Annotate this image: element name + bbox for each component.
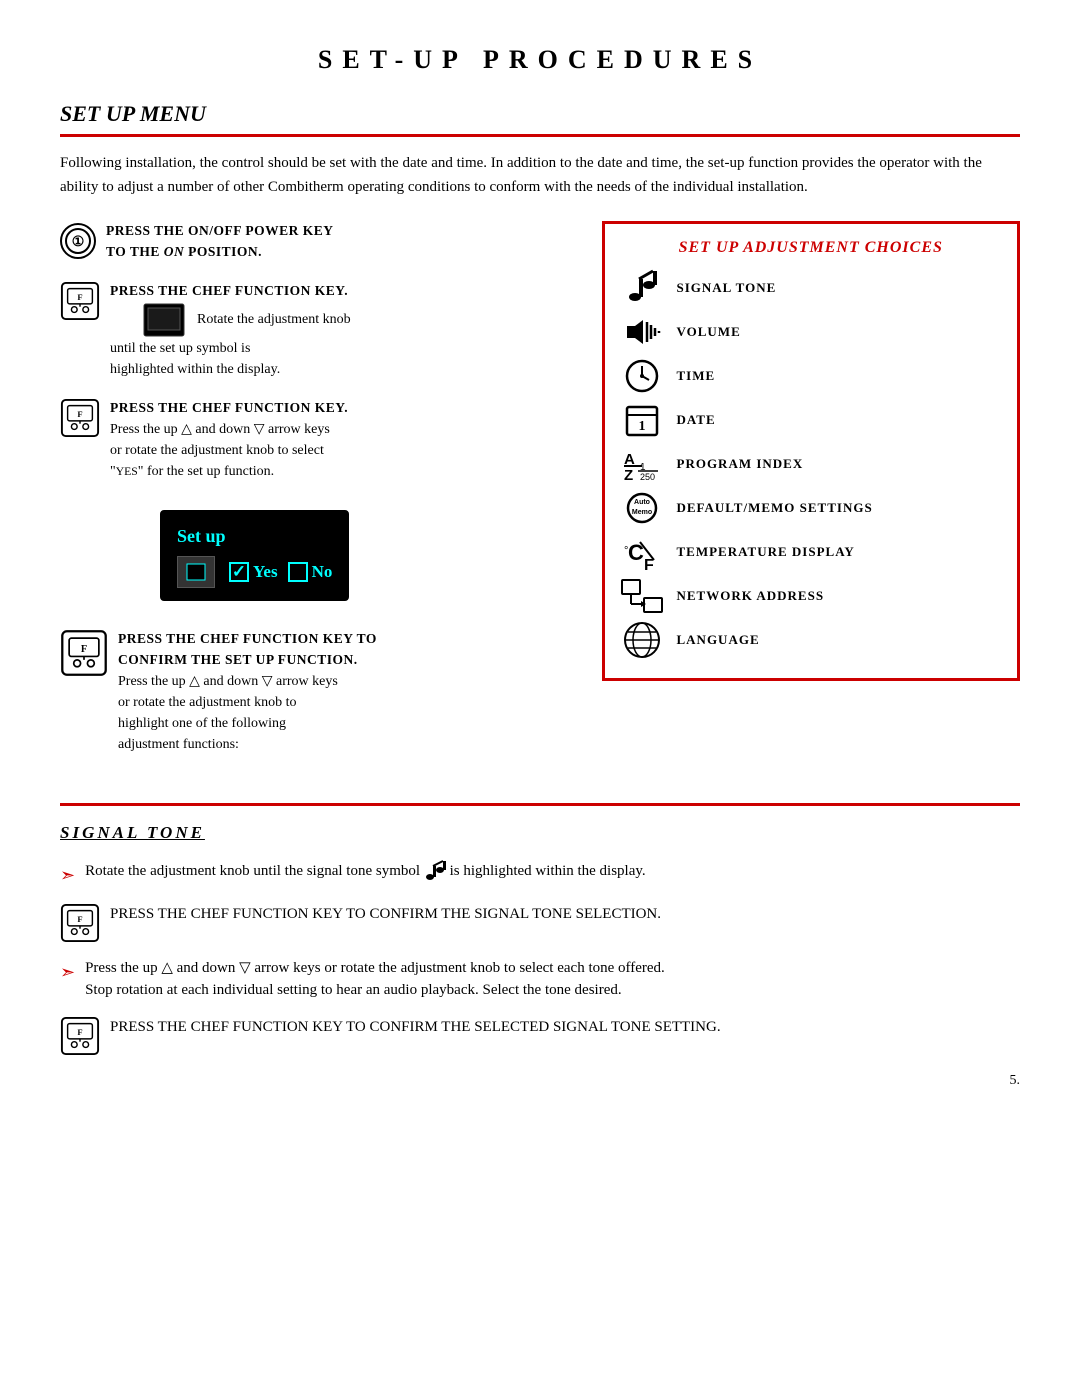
no-checkbox [288, 562, 308, 582]
display-setup-label: Set up [177, 523, 332, 550]
page-number: 5. [60, 1070, 1020, 1091]
chef-icon-2: F [60, 398, 100, 438]
step3-text: PRESS THE CHEF FUNCTION KEY. Press the u… [110, 398, 348, 482]
knob-arrow-icon-1: ➣ [60, 862, 75, 889]
signal-step3-text: Press the up △ and down ▽ arrow keys or … [85, 957, 665, 1002]
yes-checkbox-item: ✓ Yes [229, 559, 278, 585]
step2-instruction: PRESS THE CHEF FUNCTION KEY. [110, 283, 348, 298]
svg-text:Z: Z [624, 467, 633, 482]
step2-text: PRESS THE CHEF FUNCTION KEY. Rotate the … [110, 281, 351, 380]
svg-text:F: F [81, 644, 87, 655]
svg-text:1: 1 [638, 419, 645, 434]
step1-instruction: PRESS THE ON/OFF POWER KEYTO THE ON POSI… [106, 223, 334, 259]
svg-text:Auto: Auto [634, 499, 650, 506]
display-screen-mini [177, 556, 215, 588]
svg-text:Memo: Memo [631, 509, 651, 516]
two-col-layout: ① PRESS THE ON/OFF POWER KEYTO THE ON PO… [60, 221, 1020, 773]
right-column: SET UP ADJUSTMENT CHOICES SIGNAL TONE [602, 221, 1021, 773]
time-icon [619, 358, 665, 394]
adj-item-program-index: A Z 1 250 PROGRAM INDEX [619, 446, 1004, 482]
power-icon: ① [60, 223, 96, 259]
step2-sub: Rotate the adjustment knobuntil the set … [110, 312, 351, 377]
yes-checkbox: ✓ [229, 562, 249, 582]
step-chef1: F PRESS THE CHEF FUNCTION KEY. Rotate th… [60, 281, 572, 380]
step-chef2: F PRESS THE CHEF FUNCTION KEY. Press the… [60, 398, 572, 482]
signal-step4-text: PRESS THE CHEF FUNCTION KEY TO CONFIRM T… [110, 1016, 721, 1039]
knob-arrow-icon-2: ➣ [60, 959, 75, 986]
adj-item-volume: VOLUME [619, 314, 1004, 350]
display-screen-icon [186, 563, 206, 581]
signal-tone-section: SIGNAL TONE ➣ Rotate the adjustment knob… [60, 820, 1020, 1056]
svg-text:250: 250 [640, 472, 655, 482]
temp-display-icon: ° C F [619, 534, 665, 570]
adj-item-time: TIME [619, 358, 1004, 394]
adj-label-language: LANGUAGE [677, 630, 760, 650]
section1-title: SET UP MENU [60, 97, 1020, 134]
svg-text:F: F [77, 409, 82, 419]
signal-step1-text: Rotate the adjustment knob until the sig… [85, 860, 646, 883]
svg-text:F: F [644, 557, 654, 572]
step-chef3: F PRESS THE CHEF FUNCTION KEY TOCONFIRM … [60, 629, 572, 755]
power-svg: ① [64, 227, 92, 255]
adj-label-network: NETWORK ADDRESS [677, 586, 825, 606]
signal-step2-text: PRESS THE CHEF FUNCTION KEY TO CONFIRM T… [110, 903, 661, 926]
adj-label-date: DATE [677, 410, 716, 430]
adj-label-default-memo: DEFAULT/MEMO SETTINGS [677, 498, 873, 518]
network-icon [619, 578, 665, 614]
signal-tone-inline-icon [424, 860, 446, 882]
adj-label-signal-tone: SIGNAL TONE [677, 278, 777, 298]
step3-instruction: PRESS THE CHEF FUNCTION KEY. [110, 400, 348, 415]
adj-item-date: 1 DATE [619, 402, 1004, 438]
svg-text:①: ① [72, 233, 85, 249]
adj-item-signal-tone: SIGNAL TONE [619, 270, 1004, 306]
step4-text: PRESS THE CHEF FUNCTION KEY TOCONFIRM TH… [118, 629, 377, 755]
default-memo-icon: Auto Memo [619, 490, 665, 526]
checkbox-group: ✓ Yes No [229, 559, 332, 585]
signal-tone-icon [619, 270, 665, 306]
adj-label-volume: VOLUME [677, 322, 741, 342]
adj-item-network: NETWORK ADDRESS [619, 578, 1004, 614]
section1-header: SET UP MENU [60, 97, 1020, 137]
svg-text:F: F [77, 1027, 82, 1037]
step4-instruction: PRESS THE CHEF FUNCTION KEY TOCONFIRM TH… [118, 631, 377, 667]
volume-icon [619, 314, 665, 350]
adj-item-default-memo: Auto Memo DEFAULT/MEMO SETTINGS [619, 490, 1004, 526]
step1-text: PRESS THE ON/OFF POWER KEYTO THE ON POSI… [106, 221, 334, 263]
chef-icon-1: F [60, 281, 100, 321]
adj-label-time: TIME [677, 366, 716, 386]
adjustment-box: SET UP ADJUSTMENT CHOICES SIGNAL TONE [602, 221, 1021, 681]
step-power: ① PRESS THE ON/OFF POWER KEYTO THE ON PO… [60, 221, 572, 263]
language-icon [619, 622, 665, 658]
display-mockup-wrapper: Set up ✓ Yes No [110, 500, 572, 611]
display-checkbox-row: ✓ Yes No [177, 556, 332, 588]
chef-icon-signal1: F [60, 903, 100, 943]
svg-text:F: F [77, 292, 82, 302]
adjustment-box-title: SET UP ADJUSTMENT CHOICES [619, 236, 1004, 260]
main-title: SET-UP PROCEDURES [60, 40, 1020, 79]
svg-text:F: F [77, 914, 82, 924]
signal-step-3: ➣ Press the up △ and down ▽ arrow keys o… [60, 957, 1020, 1002]
section-divider [60, 803, 1020, 806]
yes-label: Yes [253, 559, 278, 585]
display-mockup: Set up ✓ Yes No [160, 510, 349, 601]
no-label: No [312, 559, 333, 585]
intro-text: Following installation, the control shou… [60, 151, 1020, 199]
program-index-icon: A Z 1 250 [619, 446, 665, 482]
adj-label-temp-display: TEMPERATURE DISPLAY [677, 542, 855, 562]
display-small-icon [142, 302, 186, 338]
left-column: ① PRESS THE ON/OFF POWER KEYTO THE ON PO… [60, 221, 572, 773]
signal-step-4: F PRESS THE CHEF FUNCTION KEY TO CONFIRM… [60, 1016, 1020, 1056]
signal-tone-title: SIGNAL TONE [60, 820, 1020, 846]
adj-item-temp-display: ° C F TEMPERATURE DISPLAY [619, 534, 1004, 570]
date-icon: 1 [619, 402, 665, 438]
no-checkbox-item: No [288, 559, 333, 585]
chef-icon-signal2: F [60, 1016, 100, 1056]
signal-step-2: F PRESS THE CHEF FUNCTION KEY TO CONFIRM… [60, 903, 1020, 943]
adj-item-language: LANGUAGE [619, 622, 1004, 658]
signal-step-1: ➣ Rotate the adjustment knob until the s… [60, 860, 1020, 889]
adj-label-program-index: PROGRAM INDEX [677, 454, 804, 474]
chef-icon-3: F [60, 629, 108, 677]
